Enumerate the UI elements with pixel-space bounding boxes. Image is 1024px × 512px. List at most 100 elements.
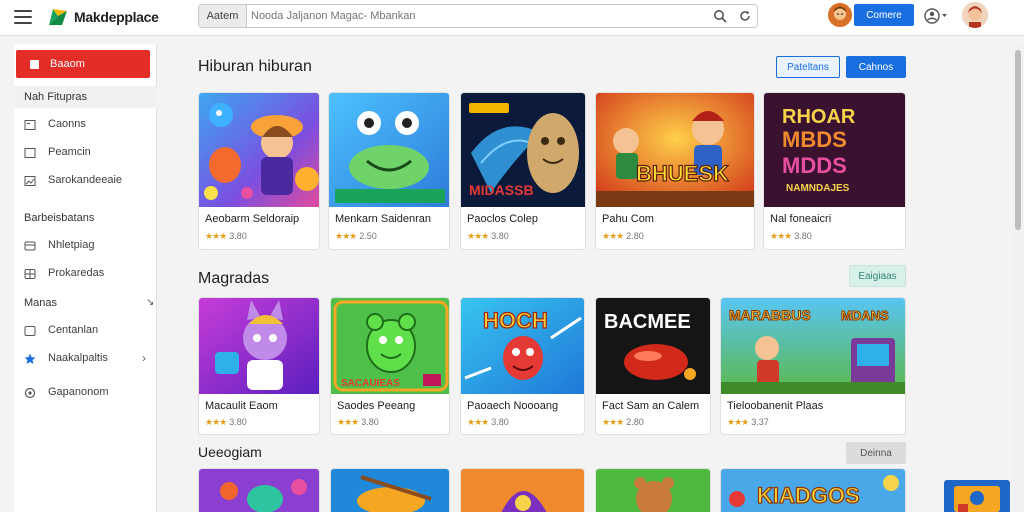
home-icon <box>30 60 39 69</box>
search-category-select[interactable]: Aatem <box>199 5 247 27</box>
game-card[interactable]: SACAUIEAS Saodes Peeang ★★★ 3.80 <box>330 297 450 435</box>
sidebar-item-label: Peamcin <box>48 146 91 158</box>
rating-value: 3.80 <box>229 417 247 427</box>
game-card[interactable]: RHOAR MBDS MDDS NAMNDAJES Nal foneaicri … <box>763 92 906 250</box>
sidebar-item-label: Nhletpiag <box>48 239 95 251</box>
sidebar-section-toggle[interactable]: Manas ↘ <box>24 297 154 309</box>
gear-icon <box>24 387 36 399</box>
section-title: Hiburan hiburan <box>198 58 312 75</box>
card-rating: ★★★ 3.80 <box>770 231 812 242</box>
sidebar-item-label: Sarokandeeaie <box>48 174 123 186</box>
card-rating: ★★★ 3.37 <box>727 417 769 428</box>
section-filter-button[interactable]: Pateltans <box>776 56 840 78</box>
section-action-button[interactable]: Eaigiaas <box>849 265 906 287</box>
sidebar-section-heading: Nah Fitupras <box>14 86 157 108</box>
rating-stars-icon: ★★★ <box>602 417 624 427</box>
game-thumbnail: RHOAR MBDS MDDS NAMNDAJES <box>764 93 905 207</box>
sidebar-item-contacts[interactable]: Centanlan <box>20 320 152 342</box>
sidebar-item-media[interactable]: Sarokandeeaie <box>20 170 152 192</box>
app-title: Makdepplace <box>74 9 159 25</box>
game-card[interactable]: HOCH Paoaech Noooang ★★★ 3.80 <box>460 297 585 435</box>
account-menu-icon[interactable] <box>924 7 950 25</box>
game-thumbnail <box>199 298 319 394</box>
game-card[interactable]: BACMEE Fact Sam an Calem ★★★ 2.80 <box>595 297 711 435</box>
rating-value: 2.50 <box>359 231 377 241</box>
game-card[interactable]: MIDASSB Paoclos Colep ★★★ 3.80 <box>460 92 586 250</box>
section-action-button[interactable]: Deinna <box>846 442 906 464</box>
rating-value: 2.80 <box>626 417 644 427</box>
refresh-icon[interactable] <box>734 4 756 28</box>
sidebar-item-label: Gapanonom <box>48 386 109 398</box>
game-card[interactable] <box>460 468 585 512</box>
card-rating: ★★★ 3.80 <box>467 417 509 428</box>
card-title: Macaulit Eaom <box>205 400 278 412</box>
chevron-right-icon: › <box>142 351 146 365</box>
game-card[interactable]: MARABBUS MDANS Tieloobanenit Plaas ★★★ 3.… <box>720 297 906 435</box>
rating-stars-icon: ★★★ <box>335 231 357 241</box>
thumbnail-text: SACAUIEAS <box>341 378 400 389</box>
card-title: Pahu Com <box>602 213 654 225</box>
game-card[interactable]: Macaulit Eaom ★★★ 3.80 <box>198 297 320 435</box>
thumbnail-text: MARABBUS <box>729 307 811 323</box>
search-input[interactable] <box>251 5 701 27</box>
section-title: Magradas <box>198 270 270 287</box>
rating-value: 3.80 <box>361 417 379 427</box>
scrollbar-thumb[interactable] <box>1015 50 1021 230</box>
sidebar-item-library[interactable]: Nhletpiag <box>20 235 152 257</box>
game-card[interactable]: BHUESK Pahu Com ★★★ 2.80 <box>595 92 755 250</box>
card-title: Menkarn Saidenran <box>335 213 432 225</box>
card-title: Tieloobanenit Plaas <box>727 400 824 412</box>
game-thumbnail <box>461 469 584 512</box>
thumbnail-text: MDANS <box>841 308 889 323</box>
game-card[interactable] <box>595 468 711 512</box>
header-primary-button[interactable]: Comere <box>854 4 914 26</box>
rating-value: 3.37 <box>751 417 769 427</box>
thumbnail-text: NAMNDAJES <box>786 183 850 194</box>
sidebar-item-featured[interactable]: Naakalpaltis › <box>20 348 152 370</box>
rating-stars-icon: ★★★ <box>770 231 792 241</box>
vertical-scrollbar[interactable] <box>1012 44 1024 512</box>
sidebar-item-purchases[interactable]: Prokaredas <box>20 263 152 285</box>
menu-icon[interactable] <box>14 10 32 24</box>
thumbnail-text: KIADGOS <box>757 483 860 508</box>
game-thumbnail: HOCH <box>461 298 584 394</box>
sidebar-section-heading: Manas <box>24 297 58 309</box>
sidebar-item-apps[interactable]: Peamcin <box>20 142 152 164</box>
card-rating: ★★★ 3.80 <box>205 417 247 428</box>
window-icon <box>24 120 36 130</box>
sidebar-item-label: Caonns <box>48 118 86 130</box>
sidebar-section-heading: Barbeisbatans <box>24 212 95 224</box>
section-action-button[interactable]: Cahnos <box>846 56 906 78</box>
rating-stars-icon: ★★★ <box>337 417 359 427</box>
section-title: Ueeogiam <box>198 444 262 460</box>
user-avatar[interactable] <box>962 2 988 28</box>
sidebar-item-settings[interactable]: Gapanonom <box>20 382 152 404</box>
card-rating: ★★★ 3.80 <box>467 231 509 242</box>
sidebar-item-label: Centanlan <box>48 324 99 336</box>
search-icon[interactable] <box>708 4 732 28</box>
card-title: Paoclos Colep <box>467 213 538 225</box>
floating-widget-button[interactable] <box>944 480 1010 512</box>
rating-value: 2.80 <box>626 231 644 241</box>
sidebar-item-home[interactable]: Baaom <box>16 50 150 78</box>
card-title: Nal foneaicri <box>770 213 832 225</box>
rating-value: 3.80 <box>491 417 509 427</box>
gift-icon <box>24 269 36 279</box>
thumbnail-text: RHOAR <box>782 106 856 128</box>
thumbnail-text: MBDS <box>782 127 847 152</box>
profile-avatar[interactable] <box>828 3 852 27</box>
game-card[interactable]: Aeobarm Seldoraip ★★★ 3.80 <box>198 92 320 250</box>
thumbnail-text: BHUESK <box>636 161 729 186</box>
sidebar-item-label: Naakalpaltis <box>48 352 108 364</box>
game-thumbnail: MARABBUS MDANS <box>721 298 905 394</box>
rating-value: 3.80 <box>229 231 247 241</box>
game-card[interactable] <box>198 468 320 512</box>
sidebar-item-games[interactable]: Caonns <box>20 114 152 136</box>
game-thumbnail <box>596 469 710 512</box>
game-card[interactable]: KIADGOS <box>720 468 906 512</box>
game-card[interactable] <box>330 468 450 512</box>
card-title: Paoaech Noooang <box>467 400 559 412</box>
game-card[interactable]: Menkarn Saidenran ★★★ 2.50 <box>328 92 450 250</box>
card-rating: ★★★ 3.80 <box>205 231 247 242</box>
thumbnail-text: HOCH <box>483 308 548 333</box>
